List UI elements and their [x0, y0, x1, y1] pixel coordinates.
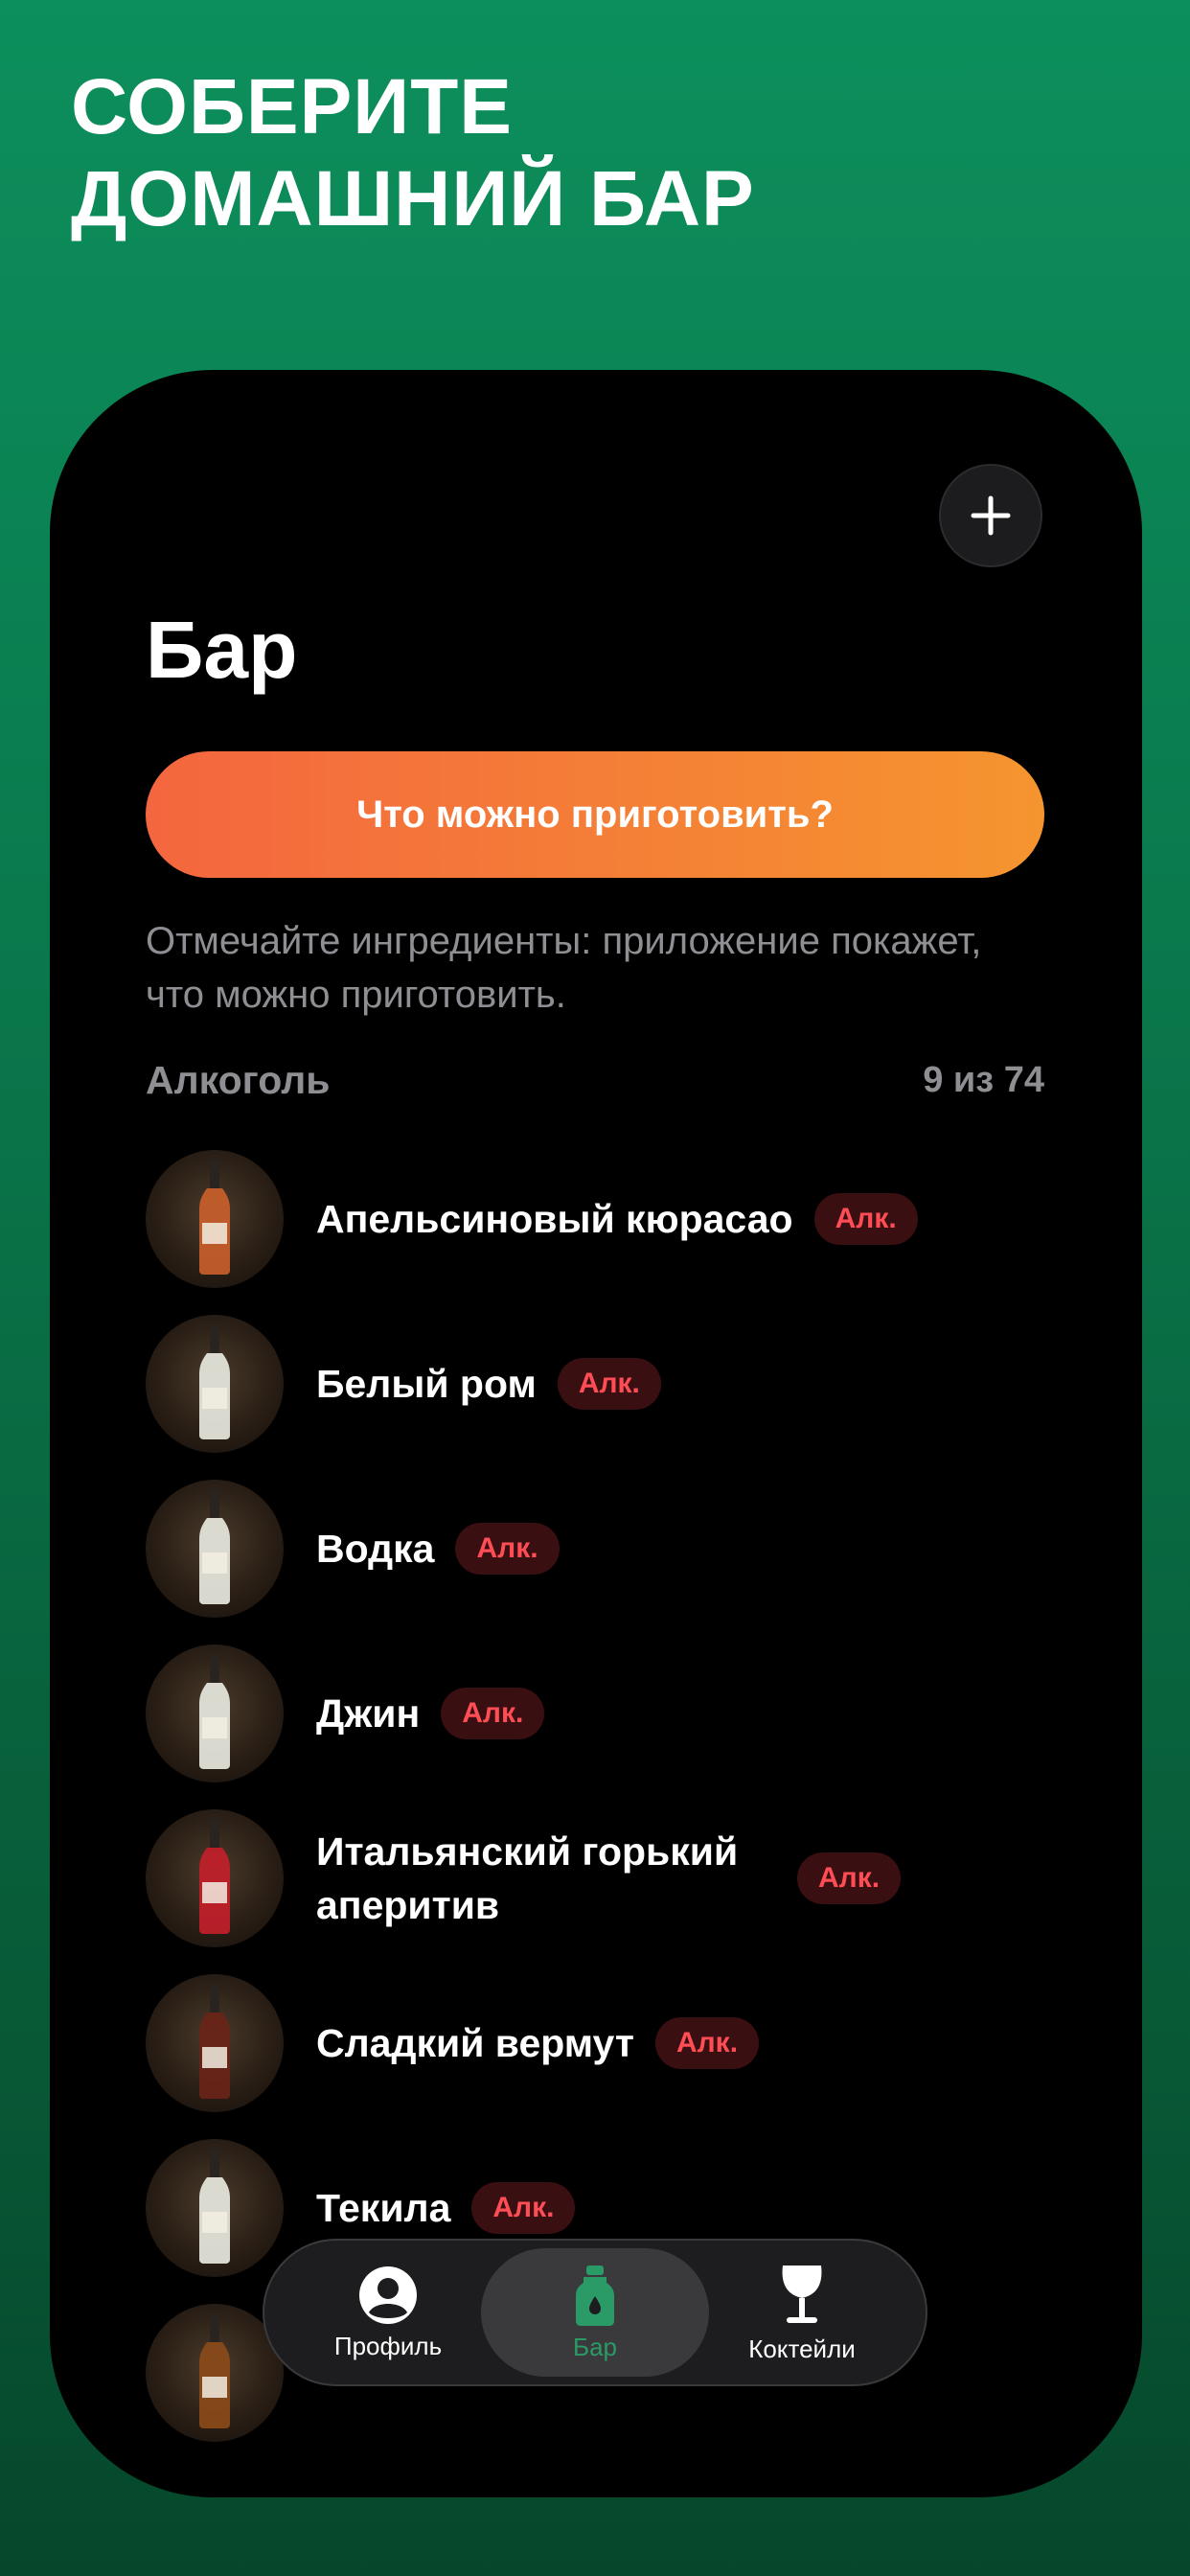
ingredient-row-content: Джин Алк.	[316, 1644, 545, 1782]
profile-icon	[359, 2266, 417, 2324]
ingredient-thumbnail	[146, 1480, 284, 1618]
ingredient-row-content: Белый ром Алк.	[316, 1315, 661, 1453]
tab-bar-section[interactable]: Бар	[481, 2248, 709, 2377]
bottle-image	[199, 2149, 230, 2264]
headline-line-2: ДОМАШНИЙ БАР	[71, 155, 755, 242]
ingredient-row[interactable]: Джин Алк.	[146, 1644, 1065, 1782]
tab-cocktails-label: Коктейли	[748, 2334, 856, 2363]
bottle-image	[199, 1819, 230, 1934]
bottle-image	[199, 1984, 230, 2099]
bottle-image	[199, 1654, 230, 1769]
tab-cocktails[interactable]: Коктейли	[688, 2248, 916, 2377]
ingredient-name: Водка	[316, 1527, 435, 1571]
ingredient-row-content: Итальянский горький аперитив Алк.	[316, 1809, 902, 1947]
section-count: 9 из 74	[923, 1060, 1044, 1100]
promo-headline: СОБЕРИТЕ ДОМАШНИЙ БАР	[71, 61, 755, 245]
ingredient-name: Апельсиновый кюрасао	[316, 1197, 793, 1241]
ingredient-row[interactable]: Водка Алк.	[146, 1480, 1065, 1618]
tab-bar: Профиль Бар Коктейли	[263, 2239, 927, 2386]
ingredient-row[interactable]: Итальянский горький аперитив Алк.	[146, 1809, 1065, 1947]
section-title: Алкоголь	[146, 1058, 331, 1102]
alcohol-badge: Алк.	[557, 1358, 661, 1410]
add-ingredient-button[interactable]	[939, 464, 1042, 567]
bottle-image	[199, 2313, 230, 2428]
ingredient-thumbnail	[146, 1315, 284, 1453]
bottle-image	[199, 1160, 230, 1275]
ingredient-row-content: Водка Алк.	[316, 1480, 560, 1618]
what-can-i-make-button[interactable]: Что можно приготовить?	[146, 751, 1044, 878]
ingredient-row[interactable]: Апельсиновый кюрасао Алк.	[146, 1150, 1065, 1288]
ingredient-thumbnail	[146, 1644, 284, 1782]
alcohol-badge: Алк.	[471, 2182, 576, 2234]
ingredient-name: Сладкий вермут	[316, 2021, 634, 2065]
phone-screen: Бар Что можно приготовить? Отмечайте инг…	[50, 370, 1142, 2497]
ingredient-thumbnail	[146, 1809, 284, 1947]
ingredient-thumbnail	[146, 1974, 284, 2112]
bottle-image	[199, 1489, 230, 1604]
page-title: Бар	[146, 605, 298, 695]
ingredient-thumbnail	[146, 2139, 284, 2277]
alcohol-badge: Алк.	[441, 1688, 545, 1739]
alcohol-badge: Алк.	[455, 1523, 560, 1575]
alcohol-badge: Алк.	[797, 1852, 902, 1904]
tab-profile[interactable]: Профиль	[274, 2248, 502, 2377]
bottle-image	[199, 1324, 230, 1439]
ingredient-name: Белый ром	[316, 1362, 537, 1406]
ingredient-name: Джин	[316, 1691, 421, 1736]
ingredient-row-content: Сладкий вермут Алк.	[316, 1974, 760, 2112]
ingredient-row[interactable]: Белый ром Алк.	[146, 1315, 1065, 1453]
ingredient-row[interactable]: Сладкий вермут Алк.	[146, 1974, 1065, 2112]
ingredient-name: Текила	[316, 2186, 451, 2230]
tab-profile-label: Профиль	[333, 2331, 443, 2360]
alcohol-badge: Алк.	[654, 2017, 760, 2069]
bottle-icon	[576, 2265, 614, 2326]
plus-icon	[971, 495, 1011, 536]
headline-line-1: СОБЕРИТЕ	[71, 63, 514, 150]
alcohol-badge: Алк.	[813, 1193, 918, 1245]
wine-glass-icon	[782, 2265, 822, 2323]
hint-text: Отмечайте ингредиенты: приложение покаже…	[146, 920, 982, 1016]
tab-bar-label: Бар	[573, 2332, 617, 2361]
ingredient-name: Итальянский горький аперитив	[316, 1829, 739, 1927]
ingredient-row-content: Апельсиновый кюрасао Алк.	[316, 1150, 918, 1288]
ingredient-thumbnail	[146, 1150, 284, 1288]
